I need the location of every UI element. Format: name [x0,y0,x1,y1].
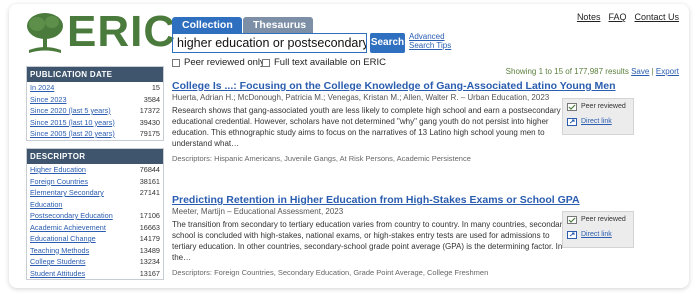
facet-label[interactable]: Since 2020 (last 5 years) [30,105,111,117]
search-tips-label[interactable]: Search Tips [409,41,451,50]
direct-link[interactable]: Direct link [581,230,612,240]
facet-row[interactable]: Since 2020 (last 5 years) 17372 [27,105,163,117]
full-text-label: Full text available on ERIC [274,57,386,68]
peer-reviewed-text: Peer reviewed [581,216,626,223]
eric-logo[interactable]: ERIC [25,7,175,56]
facet-label[interactable]: Foreign Countries [30,176,88,188]
tab-thesaurus[interactable]: Thesaurus [243,17,313,33]
facet-count: 17372 [139,106,160,115]
full-text-filter[interactable]: Full text available on ERIC [262,57,386,68]
facet-row[interactable]: Since 2005 (last 20 years) 79175 [27,128,163,140]
peer-reviewed-badge: Peer reviewed [567,102,629,112]
peer-reviewed-icon [567,216,577,224]
facet-row[interactable]: Since 2023 3584 [27,94,163,106]
facet-label[interactable]: Higher Education [30,164,86,176]
result-meta: Meeter, Martijn – Educational Assessment… [172,207,344,216]
facet-row[interactable]: In 2024 15 [27,82,163,94]
result-descriptors: Descriptors: Hispanic Americans, Juvenil… [172,154,471,163]
facet-count: 13489 [139,245,160,255]
tab-collection[interactable]: Collection [172,17,242,33]
facet-label[interactable]: Elementary Secondary Education [30,187,104,210]
top-links: Notes FAQ Contact Us [577,12,679,22]
external-link-icon [567,118,577,126]
advanced-search-link[interactable]: Advanced Search Tips [409,32,451,50]
publication-date-heading: PUBLICATION DATE [27,67,163,82]
facet-count: 38161 [139,176,160,186]
facet-label[interactable]: Since 2023 [30,94,67,106]
facet-count: 27141 [139,188,160,197]
full-text-checkbox[interactable] [262,58,270,67]
facet-row[interactable]: Higher Education 76844 [27,164,163,176]
publication-date-panel: PUBLICATION DATE In 2024 15 Since 2023 358… [26,66,164,141]
facet-count: 17106 [139,211,160,220]
facet-label[interactable]: Teaching Methods [30,245,89,257]
facet-label[interactable]: Student Attitudes [30,268,85,280]
external-link-icon [567,231,577,239]
direct-link[interactable]: Direct link [581,117,612,127]
result-meta: Huerta, Adrian H.; McDonough, Patricia M… [172,93,550,102]
advanced-label[interactable]: Advanced [409,32,451,41]
search-button[interactable]: Search [370,33,405,53]
facet-row[interactable]: Since 2015 (last 10 years) 39430 [27,117,163,129]
tree-icon [27,13,63,53]
result-descriptors: Descriptors: Foreign Countries, Secondar… [172,268,489,277]
result-abstract: Research shows that gang-associated yout… [172,106,561,148]
facet-count: 14179 [139,234,160,243]
facet-row[interactable]: Teaching Methods 13489 [27,245,163,257]
results-count: Showing 1 to 15 of 177,987 results Save … [506,67,679,76]
facet-label[interactable]: Academic Achievement [30,222,106,234]
result-title[interactable]: Predicting Retention in Higher Education… [172,194,580,206]
facet-row[interactable]: Academic Achievement 16663 [27,222,163,234]
direct-link-row[interactable]: Direct link [567,117,629,127]
export-link[interactable]: Export [656,67,679,76]
logo-wordmark: ERIC [67,7,177,56]
peer-reviewed-icon [567,103,577,111]
result-abstract: The transition from secondary to tertiar… [172,220,567,262]
facet-row[interactable]: Educational Change 14179 [27,233,163,245]
facet-count: 13234 [139,257,160,266]
facet-count: 13167 [139,268,160,278]
facet-row[interactable]: Foreign Countries 38161 [27,176,163,188]
facet-label-line2[interactable]: Education [30,200,62,209]
peer-reviewed-badge: Peer reviewed [567,215,629,225]
result-badges: Peer reviewed Direct link [562,211,634,248]
faq-link[interactable]: FAQ [608,12,626,22]
peer-reviewed-text: Peer reviewed [581,103,626,110]
facet-label[interactable]: Educational Change [30,233,96,245]
page-frame: ERIC Collection Thesaurus higher educati… [9,4,689,288]
facet-label[interactable]: Since 2005 (last 20 years) [30,128,115,140]
facet-count: 39430 [139,117,160,127]
peer-reviewed-checkbox[interactable] [172,58,180,67]
facet-row[interactable]: College Students 13234 [27,256,163,268]
facet-count: 15 [151,83,160,92]
facet-label[interactable]: In 2024 [30,82,54,94]
contact-link[interactable]: Contact Us [634,12,679,22]
search-tabs: Collection Thesaurus [172,17,313,33]
result-title[interactable]: College Is ...: Focusing on the College … [172,80,616,92]
facet-label-line1[interactable]: Elementary Secondary [30,188,104,197]
facet-label[interactable]: College Students [30,256,86,268]
facet-count: 76844 [139,165,160,174]
peer-reviewed-label: Peer reviewed only [184,57,265,68]
facet-count: 3584 [143,94,160,104]
facet-row[interactable]: Postsecondary Education 17106 [27,210,163,222]
search-input[interactable]: higher education or postsecondary se [172,33,367,53]
facet-count: 79175 [139,129,160,138]
direct-link-row[interactable]: Direct link [567,230,629,240]
facet-count: 16663 [139,222,160,232]
result-item: College Is ...: Focusing on the College … [172,80,616,163]
descriptor-panel: DESCRIPTOR Higher Education 76844 Foreign… [26,148,164,280]
results-count-text: Showing 1 to 15 of 177,987 results [505,67,629,76]
notes-link[interactable]: Notes [577,12,601,22]
peer-reviewed-filter[interactable]: Peer reviewed only [172,57,265,68]
separator: | [651,67,654,76]
result-item: Predicting Retention in Higher Education… [172,194,580,277]
facet-row[interactable]: Student Attitudes 13167 [27,268,163,280]
facet-label[interactable]: Since 2015 (last 10 years) [30,117,115,129]
save-link[interactable]: Save [631,67,649,76]
result-badges: Peer reviewed Direct link [562,98,634,135]
descriptor-heading: DESCRIPTOR [27,149,163,164]
facet-row[interactable]: Elementary Secondary Education 27141 [27,187,163,210]
facet-label[interactable]: Postsecondary Education [30,210,113,222]
